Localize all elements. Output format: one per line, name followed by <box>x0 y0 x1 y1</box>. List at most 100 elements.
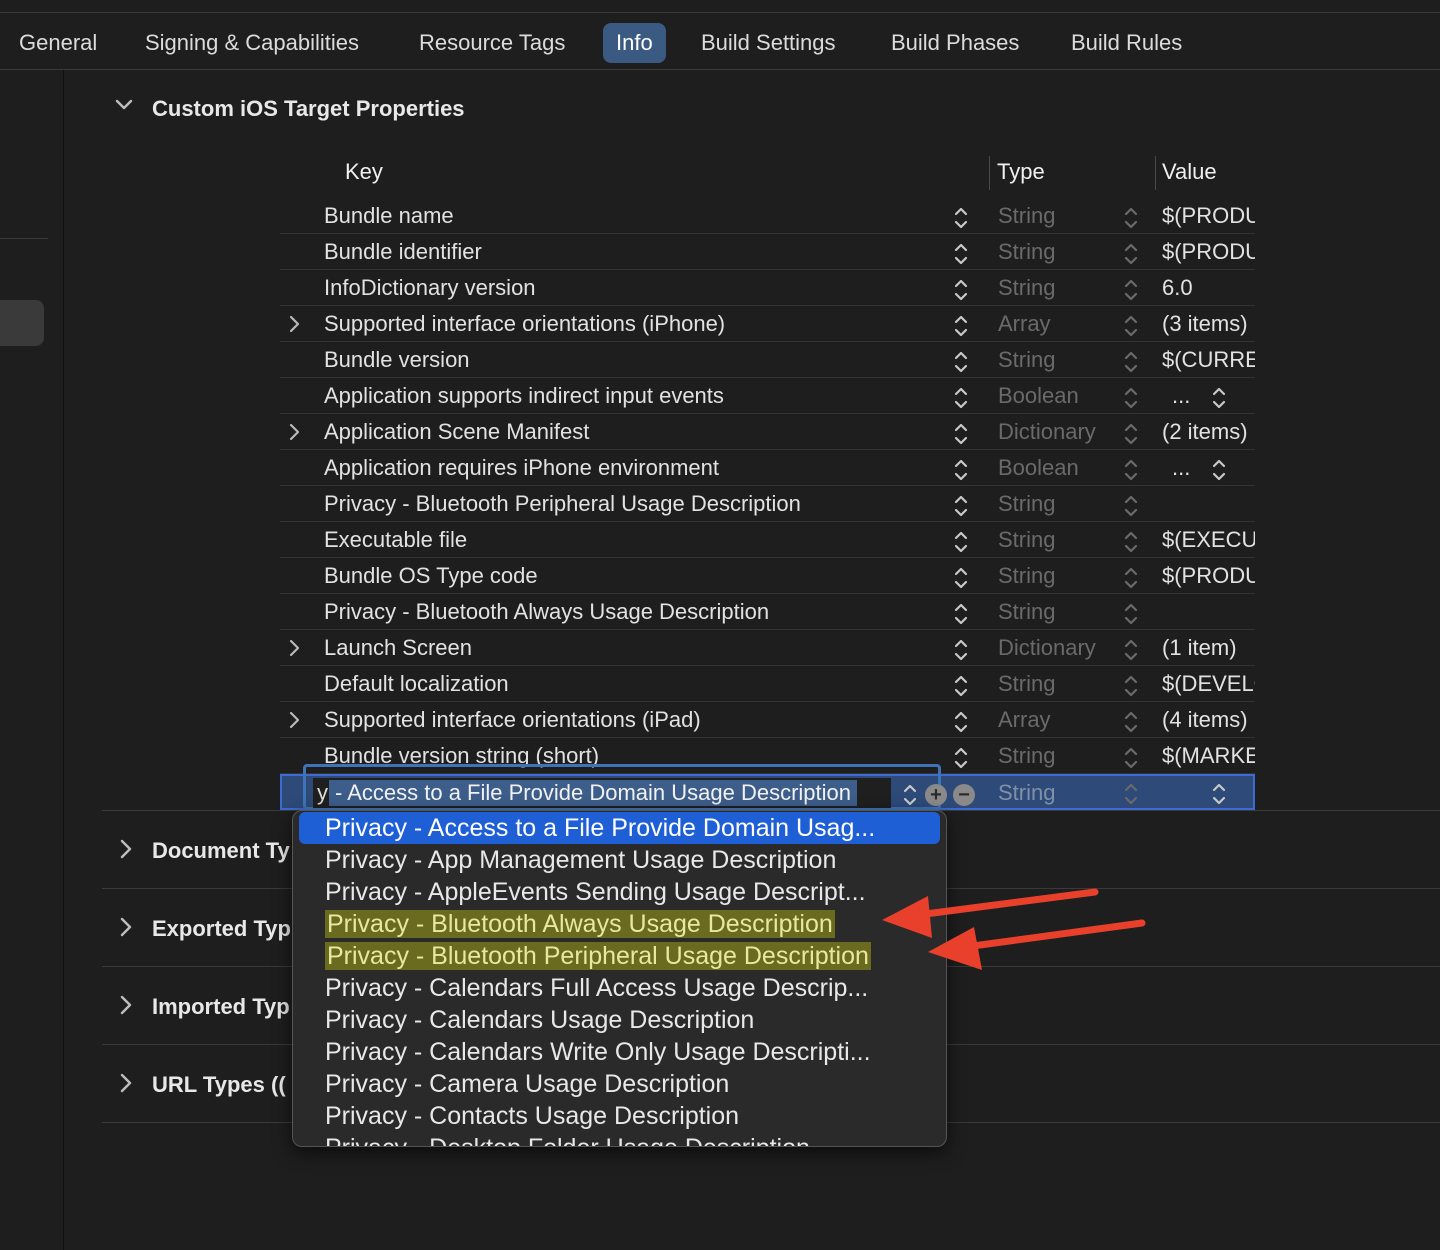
dropdown-item[interactable]: Privacy - Calendars Full Access Usage De… <box>293 972 946 1004</box>
key-stepper-icon[interactable] <box>952 277 970 303</box>
property-value[interactable]: (3 items) <box>1162 306 1255 342</box>
property-key[interactable]: Supported interface orientations (iPhone… <box>324 306 725 342</box>
property-key[interactable]: Application Scene Manifest <box>324 414 589 450</box>
type-stepper-icon[interactable] <box>1122 241 1140 267</box>
property-row[interactable]: Bundle version String $(CURRENT_PROJECT_VE… <box>280 342 1255 378</box>
type-stepper-icon[interactable] <box>1122 205 1140 231</box>
key-stepper-icon[interactable] <box>952 241 970 267</box>
property-row[interactable]: Application Scene Manifest Dictionary (2 i… <box>280 414 1255 450</box>
type-stepper-icon[interactable] <box>1122 529 1140 555</box>
key-stepper-icon[interactable] <box>952 493 970 519</box>
chevron-right-icon[interactable] <box>288 704 308 739</box>
property-value[interactable]: $(CURRENT_PROJECT_VERSION) <box>1162 342 1255 378</box>
tab-general[interactable]: General <box>6 23 110 63</box>
property-key[interactable]: Bundle version <box>324 342 470 378</box>
dropdown-item[interactable]: Privacy - Calendars Write Only Usage Des… <box>293 1036 946 1068</box>
property-type[interactable]: Dictionary <box>998 414 1096 450</box>
type-stepper-icon[interactable] <box>1122 457 1140 483</box>
dropdown-item[interactable]: Privacy - Calendars Usage Description <box>293 1004 946 1036</box>
key-stepper-icon[interactable] <box>952 529 970 555</box>
column-header-value[interactable]: Value <box>1162 152 1217 192</box>
type-stepper-icon[interactable] <box>1122 565 1140 591</box>
property-key[interactable]: Application requires iPhone environment <box>324 450 719 486</box>
column-header-key[interactable]: Key <box>345 152 383 192</box>
key-edit-field[interactable]: y - Access to a File Provide Domain Usag… <box>313 778 891 808</box>
property-type[interactable]: String <box>998 738 1055 774</box>
property-row[interactable]: Bundle OS Type code String $(PRODUCT_BUNDL… <box>280 558 1255 594</box>
property-value[interactable]: (2 items) <box>1162 414 1255 450</box>
property-row[interactable]: InfoDictionary version String 6.0 <box>280 270 1255 306</box>
property-key[interactable]: Executable file <box>324 522 467 558</box>
dropdown-item[interactable]: Privacy - App Management Usage Descripti… <box>293 844 946 876</box>
key-stepper-icon[interactable] <box>952 349 970 375</box>
property-type[interactable]: String <box>998 558 1055 594</box>
property-row[interactable]: Supported interface orientations (iPhone… <box>280 306 1255 342</box>
type-stepper-icon[interactable] <box>1122 709 1140 735</box>
type-stepper-icon[interactable] <box>1122 313 1140 339</box>
tab-resource-tags[interactable]: Resource Tags <box>406 23 578 63</box>
chevron-right-icon[interactable] <box>288 308 308 343</box>
property-key[interactable]: Application supports indirect input even… <box>324 378 724 414</box>
property-key[interactable]: Bundle OS Type code <box>324 558 538 594</box>
property-key[interactable]: Bundle identifier <box>324 234 482 270</box>
property-type[interactable]: Array <box>998 702 1051 738</box>
tab-build-phases[interactable]: Build Phases <box>878 23 1032 63</box>
dropdown-item[interactable]: Privacy - Bluetooth Peripheral Usage Des… <box>293 940 946 972</box>
key-autocomplete-dropdown[interactable]: Privacy - Access to a File Provide Domai… <box>292 810 947 1147</box>
property-row[interactable]: Launch Screen Dictionary (1 item) <box>280 630 1255 666</box>
property-type[interactable]: Boolean <box>998 378 1079 414</box>
chevron-right-icon[interactable] <box>118 1072 134 1100</box>
dropdown-item[interactable]: Privacy - AppleEvents Sending Usage Desc… <box>293 876 946 908</box>
type-stepper-icon[interactable] <box>1122 349 1140 375</box>
key-stepper-icon[interactable] <box>952 673 970 699</box>
type-stepper-icon[interactable] <box>1122 745 1140 771</box>
key-stepper-icon[interactable] <box>952 313 970 339</box>
property-key[interactable]: Privacy - Bluetooth Always Usage Descrip… <box>324 594 769 630</box>
property-value[interactable]: $(PRODUCT_BUNDLE_PACKAGE_TYPE) <box>1162 558 1255 594</box>
property-value[interactable]: ... <box>1172 378 1190 414</box>
type-stepper-icon[interactable] <box>1122 673 1140 699</box>
type-stepper-icon[interactable] <box>1122 781 1140 807</box>
key-stepper-icon[interactable] <box>952 601 970 627</box>
dropdown-item[interactable]: Privacy - Access to a File Provide Domai… <box>299 812 940 844</box>
property-row[interactable]: Executable file String $(EXECUTABLE_NAME) <box>280 522 1255 558</box>
dropdown-item[interactable]: Privacy - Contacts Usage Description <box>293 1100 946 1132</box>
property-type[interactable]: String <box>998 486 1055 522</box>
add-row-icon[interactable]: + <box>925 784 947 806</box>
property-type[interactable]: Boolean <box>998 450 1079 486</box>
section-title-imported-types[interactable]: Imported Typ <box>152 994 290 1020</box>
key-stepper-icon[interactable] <box>901 782 919 808</box>
property-value[interactable]: $(PRODUCT_BUNDLE_IDENTIFIER) <box>1162 234 1255 270</box>
key-stepper-icon[interactable] <box>952 205 970 231</box>
property-value[interactable]: $(DEVELOPMENT_LANGUAGE) <box>1162 666 1255 702</box>
key-stepper-icon[interactable] <box>952 745 970 771</box>
property-type[interactable]: String <box>998 198 1055 234</box>
key-stepper-icon[interactable] <box>952 709 970 735</box>
key-stepper-icon[interactable] <box>952 385 970 411</box>
property-row[interactable]: Application requires iPhone environment B… <box>280 450 1255 486</box>
dropdown-item[interactable]: Privacy - Bluetooth Always Usage Descrip… <box>293 908 946 940</box>
property-row[interactable]: Default localization String $(DEVELOPMENT_… <box>280 666 1255 702</box>
property-type[interactable]: String <box>998 666 1055 702</box>
column-header-type[interactable]: Type <box>997 152 1045 192</box>
tab-build-settings[interactable]: Build Settings <box>688 23 849 63</box>
property-key[interactable]: Bundle name <box>324 198 454 234</box>
type-stepper-icon[interactable] <box>1122 601 1140 627</box>
property-value[interactable]: 6.0 <box>1162 270 1255 306</box>
property-key[interactable]: Privacy - Bluetooth Peripheral Usage Des… <box>324 486 801 522</box>
property-key[interactable]: Default localization <box>324 666 509 702</box>
property-type[interactable]: String <box>998 522 1055 558</box>
key-stepper-icon[interactable] <box>952 457 970 483</box>
section-title-document-types[interactable]: Document Ty <box>152 838 290 864</box>
tab-info[interactable]: Info <box>603 23 666 63</box>
property-value[interactable]: $(PRODUCT_NAME) <box>1162 198 1255 234</box>
chevron-right-icon[interactable] <box>288 632 308 667</box>
remove-row-icon[interactable]: − <box>953 784 975 806</box>
chevron-right-icon[interactable] <box>118 916 134 944</box>
property-type[interactable]: String <box>998 270 1055 306</box>
edit-row-type[interactable]: String <box>998 776 1055 810</box>
property-value[interactable]: $(MARKETING_VERSION) <box>1162 738 1255 774</box>
property-value[interactable]: (1 item) <box>1162 630 1255 666</box>
property-value[interactable]: ... <box>1172 450 1190 486</box>
property-value[interactable]: $(EXECUTABLE_NAME) <box>1162 522 1255 558</box>
